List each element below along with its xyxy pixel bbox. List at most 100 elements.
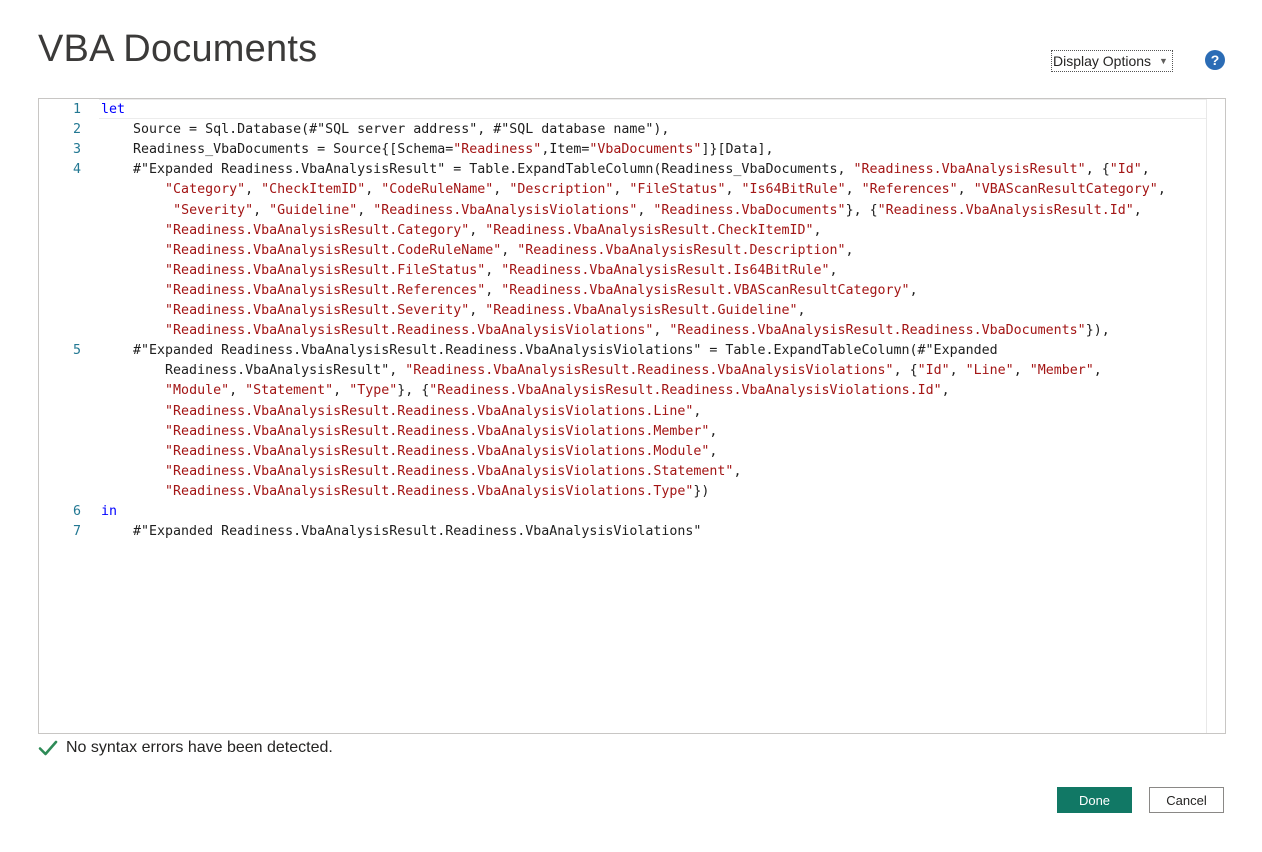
line-number: 1 (72, 102, 81, 117)
code-token: , (733, 463, 742, 479)
code-token: , (637, 202, 654, 218)
code-line[interactable]: "Readiness.VbaAnalysisResult.Readiness.V… (101, 462, 741, 482)
code-token: , { (893, 363, 918, 379)
string-literal: "Readiness.VbaAnalysisResult.Readiness.V… (165, 443, 710, 459)
string-literal: "Description" (509, 182, 614, 198)
string-literal: "Id" (917, 363, 950, 379)
code-line[interactable]: let (101, 100, 125, 120)
string-literal: "Readiness.VbaAnalysisResult.Readiness.V… (165, 323, 654, 339)
code-line[interactable]: "Readiness.VbaAnalysisResult.Readiness.V… (101, 422, 717, 442)
code-token: , (845, 242, 854, 258)
syntax-status-message: No syntax errors have been detected. (66, 739, 333, 756)
code-token: , (909, 282, 918, 298)
string-literal: "Statement" (245, 383, 334, 399)
code-line[interactable]: "Severity", "Guideline", "Readiness.VbaA… (101, 201, 1142, 221)
string-literal: "Guideline" (269, 202, 358, 218)
code-token: }), (1085, 323, 1110, 339)
code-token: , (829, 262, 838, 278)
string-literal: "Readiness.VbaAnalysisResult.Guideline" (485, 303, 798, 318)
code-line[interactable]: #"Expanded Readiness.VbaAnalysisResult.R… (101, 341, 998, 361)
code-token: , (693, 403, 702, 419)
string-literal: "Readiness.VbaAnalysisResult.Is64BitRule… (501, 262, 830, 278)
string-literal: "References" (861, 182, 958, 198)
string-literal: "Type" (349, 383, 398, 399)
code-line[interactable]: #"Expanded Readiness.VbaAnalysisResult.R… (101, 522, 701, 542)
code-token: , (709, 443, 718, 459)
code-line[interactable]: "Readiness.VbaAnalysisResult.Category", … (101, 221, 822, 241)
code-line[interactable]: Source = Sql.Database(#"SQL server addre… (101, 120, 669, 140)
string-literal: "Is64BitRule" (741, 182, 846, 198)
dialog-title: VBA Documents (38, 28, 318, 70)
code-token: , (357, 202, 374, 218)
code-token: , (365, 182, 382, 198)
code-token: }, { (397, 383, 430, 399)
code-line[interactable]: #"Expanded Readiness.VbaAnalysisResult" … (101, 160, 1150, 180)
done-button[interactable]: Done (1057, 787, 1132, 813)
line-number: 3 (72, 142, 81, 158)
string-literal: "Readiness.VbaAnalysisResult.Id" (877, 202, 1134, 218)
code-line[interactable]: "Readiness.VbaAnalysisResult.Readiness.V… (101, 402, 701, 422)
code-line[interactable]: in (101, 502, 117, 522)
code-line[interactable]: "Readiness.VbaAnalysisResult.CodeRuleNam… (101, 241, 854, 261)
code-token: Readiness.VbaAnalysisResult", (101, 363, 406, 379)
syntax-status: No syntax errors have been detected. (38, 738, 333, 758)
string-literal: "Readiness.VbaAnalysisResult.Readiness.V… (165, 463, 734, 479)
code-token: Source = Sql.Database(#"SQL server addre… (101, 122, 670, 138)
display-options-dropdown[interactable]: Display Options ▼ (1051, 50, 1173, 72)
keyword: let (101, 102, 126, 117)
code-token: , (1013, 363, 1030, 379)
code-line[interactable]: "Readiness.VbaAnalysisResult.FileStatus"… (101, 261, 838, 281)
code-line[interactable]: Readiness.VbaAnalysisResult", "Readiness… (101, 361, 1102, 381)
code-token: , (813, 222, 822, 238)
string-literal: "Readiness.VbaAnalysisResult.References" (165, 282, 486, 298)
code-line[interactable]: "Category", "CheckItemID", "CodeRuleName… (101, 180, 1166, 200)
code-token: , (485, 282, 502, 298)
code-token: , (245, 182, 262, 198)
string-literal: "Readiness.VbaAnalysisResult.Readiness.V… (165, 483, 694, 499)
string-literal: "Readiness.VbaAnalysisResult.VBAScanResu… (501, 282, 910, 298)
code-token: ]}[Data], (701, 142, 774, 158)
string-literal: "Readiness.VbaAnalysisResult.Category" (165, 222, 470, 238)
string-literal: "Readiness.VbaAnalysisResult.Readiness.V… (165, 423, 710, 439)
line-number: 6 (72, 504, 81, 519)
string-literal: "Readiness.VbaAnalysisResult.CheckItemID… (485, 222, 814, 238)
code-line[interactable]: "Readiness.VbaAnalysisResult.Severity", … (101, 301, 806, 321)
code-token: ,Item= (541, 142, 590, 158)
code-line[interactable]: "Module", "Statement", "Type"}, {"Readin… (101, 381, 950, 401)
code-token: #"Expanded Readiness.VbaAnalysisResult.R… (101, 343, 998, 359)
code-token: , (1133, 202, 1142, 218)
code-editor[interactable]: 1 let 2 Source = Sql.Database(#"SQL server… (38, 98, 1226, 734)
code-token: , (949, 363, 966, 379)
help-icon[interactable]: ? (1205, 50, 1225, 70)
code-token: , (845, 182, 862, 198)
string-literal: "Readiness.VbaAnalysisResult.Readiness.V… (405, 363, 894, 379)
code-token: }, { (845, 202, 878, 218)
code-token: , (613, 182, 630, 198)
line-number: 5 (72, 343, 81, 359)
string-literal: "VBAScanResultCategory" (973, 182, 1158, 198)
code-line[interactable]: "Readiness.VbaAnalysisResult.Readiness.V… (101, 482, 709, 502)
code-line[interactable]: "Readiness.VbaAnalysisResult.Readiness.V… (101, 321, 1110, 341)
code-token: , (797, 303, 806, 318)
code-token: , (485, 262, 502, 278)
string-literal: "Category" (165, 182, 246, 198)
code-line[interactable]: "Readiness.VbaAnalysisResult.Readiness.V… (101, 442, 717, 462)
vertical-scrollbar[interactable] (1206, 99, 1225, 733)
code-line[interactable]: Readiness_VbaDocuments = Source{[Schema=… (101, 140, 774, 160)
string-literal: "Member" (1029, 363, 1094, 379)
code-token: Readiness_VbaDocuments = Source{[Schema= (101, 142, 454, 158)
code-line[interactable]: "Readiness.VbaAnalysisResult.References"… (101, 281, 918, 301)
string-literal: "Readiness" (453, 142, 542, 158)
code-token: , (469, 303, 486, 318)
cancel-button[interactable]: Cancel (1149, 787, 1224, 813)
code-token: , (1141, 162, 1150, 178)
